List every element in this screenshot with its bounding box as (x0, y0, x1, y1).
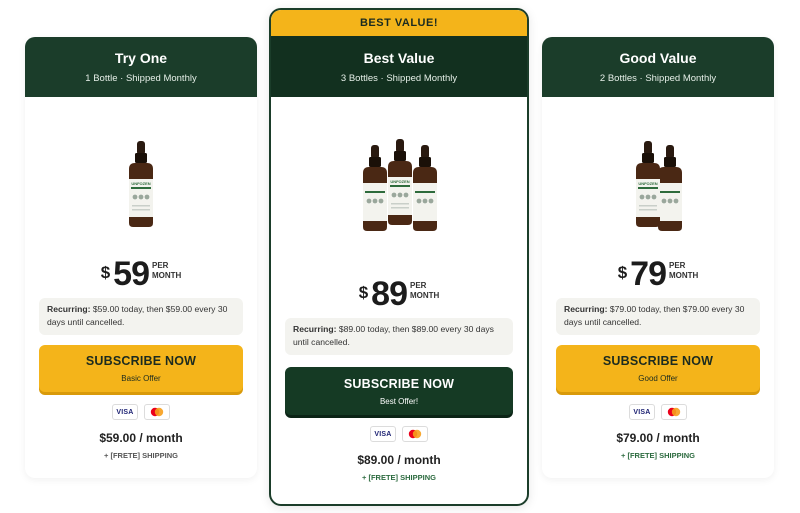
price-period: PER MONTH (151, 261, 182, 280)
price-period: PER MONTH (668, 261, 699, 280)
subscribe-now-button[interactable]: SUBSCRIBE NOW Good Offer (556, 345, 760, 392)
card-subtitle: 3 Bottles · Shipped Monthly (340, 72, 458, 84)
recurring-note: Recurring: $59.00 today, then $59.00 eve… (39, 298, 243, 335)
visa-icon: VISA (629, 404, 655, 420)
recurring-label: Recurring: (293, 324, 337, 334)
mastercard-icon (661, 404, 687, 420)
card-title: Best Value (363, 49, 435, 66)
bottle-icon: UNFOZEN (636, 141, 660, 227)
mastercard-icon (144, 404, 170, 420)
shipping-note: + [FRETE] SHIPPING (25, 451, 257, 460)
recurring-label: Recurring: (47, 304, 91, 314)
price: $ 79 PER MONTH (542, 255, 774, 293)
shipping-label: SHIPPING (400, 473, 436, 482)
pricing-card-try-one: Try One 1 Bottle · Shipped Monthly UNFOZ… (25, 37, 257, 478)
button-sublabel: Basic Offer (121, 374, 161, 383)
button-sublabel: Best Offer! (379, 396, 419, 406)
card-header: Good Value 2 Bottles · Shipped Monthly (542, 37, 774, 97)
currency-symbol: $ (358, 283, 369, 302)
shipping-label: SHIPPING (142, 451, 178, 460)
card-title: Good Value (619, 50, 697, 66)
mastercard-icon (402, 426, 428, 442)
shipping-note: + [FRETE] SHIPPING (542, 451, 774, 460)
shipping-prefix: + [FRETE] (104, 451, 141, 460)
subscribe-now-button[interactable]: SUBSCRIBE NOW Basic Offer (39, 345, 243, 392)
product-image-one-bottle: UNFOZEN (129, 141, 153, 227)
currency-symbol: $ (617, 263, 628, 282)
card-subtitle: 1 Bottle · Shipped Monthly (85, 73, 197, 84)
card-header: Best Value 3 Bottles · Shipped Monthly (271, 36, 527, 97)
bottle-icon (363, 145, 387, 231)
price-amount: 79 (630, 255, 667, 293)
card-title: Try One (114, 50, 168, 66)
card-subtitle: 2 Bottles · Shipped Monthly (599, 73, 717, 84)
svg-text:UNFOZEN: UNFOZEN (131, 181, 150, 186)
bottle-icon (658, 145, 682, 231)
svg-text:UNFOZEN: UNFOZEN (390, 179, 409, 184)
visa-icon: VISA (370, 426, 396, 442)
product-image-two-bottles: UNFOZEN (636, 141, 682, 231)
recurring-note: Recurring: $79.00 today, then $79.00 eve… (556, 298, 760, 335)
monthly-price: $89.00 / month (357, 453, 441, 467)
button-label: SUBSCRIBE NOW (343, 376, 455, 391)
recurring-label: Recurring: (564, 304, 608, 314)
bottle-icon: UNFOZEN (388, 139, 412, 225)
card-header: Try One 1 Bottle · Shipped Monthly (25, 37, 257, 97)
recurring-note: Recurring: $89.00 today, then $89.00 eve… (285, 318, 513, 355)
shipping-note: + [FRETE] SHIPPING (271, 473, 527, 482)
visa-icon: VISA (112, 404, 138, 420)
button-label: SUBSCRIBE NOW (602, 354, 714, 368)
button-sublabel: Good Offer (638, 374, 678, 383)
pricing-card-best-value: BEST VALUE! Best Value 3 Bottles · Shipp… (269, 8, 529, 506)
price-period: PER MONTH (409, 281, 440, 300)
payment-methods: VISA (542, 404, 774, 420)
shipping-prefix: + [FRETE] (362, 473, 399, 482)
currency-symbol: $ (100, 263, 111, 282)
monthly-price: $79.00 / month (616, 431, 700, 445)
subscribe-now-button[interactable]: SUBSCRIBE NOW Best Offer! (285, 367, 513, 415)
bottle-icon: UNFOZEN (129, 141, 153, 227)
price: $ 59 PER MONTH (25, 255, 257, 293)
monthly-price: $59.00 / month (99, 431, 183, 445)
pricing-card-good-value: Good Value 2 Bottles · Shipped Monthly U… (542, 37, 774, 478)
best-value-ribbon: BEST VALUE! (271, 10, 527, 36)
payment-methods: VISA (25, 404, 257, 420)
price: $ 89 PER MONTH (271, 275, 527, 313)
payment-methods: VISA (271, 426, 527, 442)
svg-text:UNFOZEN: UNFOZEN (638, 181, 657, 186)
product-image-three-bottles: UNFOZEN (363, 139, 437, 231)
button-label: SUBSCRIBE NOW (85, 354, 197, 368)
price-amount: 59 (113, 255, 150, 293)
shipping-prefix: + [FRETE] (621, 451, 658, 460)
price-amount: 89 (371, 275, 408, 313)
shipping-label: SHIPPING (659, 451, 695, 460)
bottle-icon (413, 145, 437, 231)
